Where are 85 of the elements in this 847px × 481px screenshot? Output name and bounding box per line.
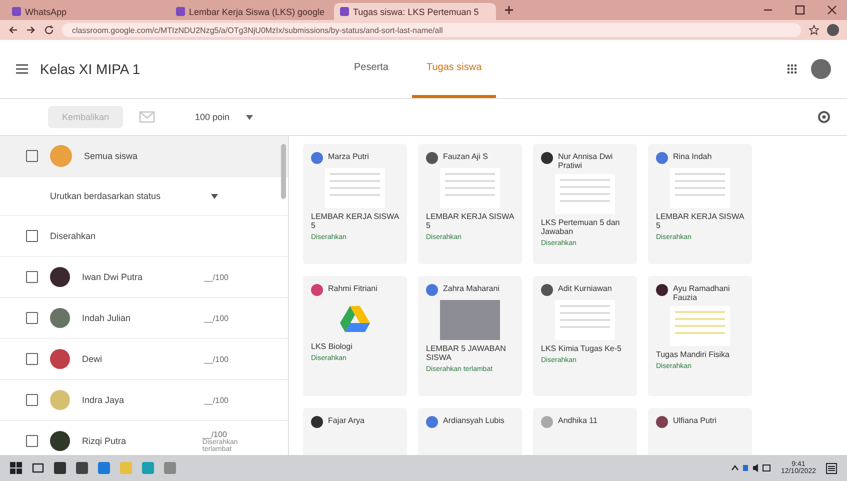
document-thumbnail [555, 174, 615, 214]
address-bar[interactable]: classroom.google.com/c/MTIzNDU2Nzg5/a/OTg3NjU0MzIx/submissions/by-status/and-sort-last-name/all [62, 23, 801, 37]
settings-icon[interactable] [817, 110, 831, 124]
back-arrow-icon[interactable] [8, 25, 18, 35]
system-tray-icon[interactable] [730, 463, 771, 473]
student-name: Ayu Ramadhani Fauzia [673, 284, 731, 302]
checkbox[interactable] [26, 230, 38, 242]
favicon-icon [340, 7, 349, 16]
points-dropdown[interactable]: 100 poin [195, 112, 230, 122]
document-thumbnail [325, 168, 385, 208]
checkbox[interactable] [26, 435, 38, 447]
document-thumbnail [670, 306, 730, 346]
photo-placeholder [440, 300, 500, 340]
student-name[interactable]: Indah Julian [82, 313, 192, 323]
class-title: Kelas XI MIPA 1 [40, 61, 142, 77]
checkbox[interactable] [26, 312, 38, 324]
student-name: Adit Kurniawan [558, 284, 612, 293]
sort-dropdown[interactable]: Urutkan berdasarkan status [50, 191, 161, 201]
forward-arrow-icon[interactable] [26, 25, 36, 35]
user-avatar[interactable] [811, 59, 831, 79]
student-name[interactable]: Dewi [82, 354, 192, 364]
student-name: Ulfiana Putri [673, 416, 717, 425]
file-title: LKS Biologi [311, 342, 354, 351]
student-name: Marza Putri [328, 152, 369, 161]
plus-icon[interactable] [504, 5, 514, 15]
grade-field[interactable]: __/100 [204, 354, 228, 364]
star-icon[interactable] [809, 25, 819, 35]
close-icon[interactable] [827, 5, 837, 15]
group-icon [50, 145, 72, 167]
checkbox[interactable] [26, 150, 38, 162]
file-title: LEMBAR KERJA SISWA 5 [311, 212, 399, 230]
student-name[interactable]: Rizqi Putra [82, 436, 190, 446]
reload-icon[interactable] [44, 25, 54, 35]
submission-card[interactable]: Ulfiana Putri [648, 408, 752, 455]
file-title: Tugas Mandiri Fisika [656, 350, 731, 359]
student-name: Rina Indah [673, 152, 712, 161]
drive-logo-icon [340, 306, 370, 332]
taskbar-app-icon[interactable] [54, 462, 66, 474]
student-name: Fajar Arya [328, 416, 364, 425]
file-title: LKS Kimia Tugas Ke-5 [541, 344, 622, 353]
page-tab[interactable]: Peserta [340, 40, 402, 98]
student-name[interactable]: Indra Jaya [82, 395, 192, 405]
student-name: Andhika 11 [558, 416, 598, 425]
student-name: Zahra Maharani [443, 284, 500, 293]
menu-icon[interactable] [16, 64, 28, 74]
student-name: Nur Annisa Dwi Pratiwi [558, 152, 614, 170]
document-thumbnail [670, 168, 730, 208]
checkbox[interactable] [26, 271, 38, 283]
notification-icon[interactable] [826, 462, 837, 474]
maximize-icon[interactable] [795, 5, 805, 15]
caret-icon[interactable] [211, 194, 218, 198]
student-name: Ardiansyah Lubis [443, 416, 504, 425]
grade-field[interactable]: __/100 [204, 396, 228, 404]
favicon-icon [176, 7, 185, 16]
browser-tab[interactable]: Lembar Kerja Siswa (LKS) google [170, 3, 332, 20]
apps-grid-icon[interactable] [787, 64, 797, 74]
grade-field[interactable]: __/100 [202, 430, 268, 438]
file-title: LEMBAR KERJA SISWA 5 [426, 212, 514, 230]
file-title: LKS Pertemuan 5 dan Jawaban [541, 218, 621, 236]
scrollbar[interactable] [281, 144, 286, 199]
browser-tab[interactable]: Tugas siswa: LKS Pertemuan 5 [334, 3, 496, 20]
favicon-icon [12, 7, 21, 16]
section-label: Diserahkan [50, 231, 96, 241]
student-name: Rahmi Fitriani [328, 284, 378, 293]
checkbox[interactable] [26, 353, 38, 365]
caret-icon[interactable] [246, 114, 253, 120]
windows-start-icon[interactable] [10, 462, 22, 474]
task-view-icon[interactable] [32, 463, 44, 473]
file-title: LEMBAR KERJA SISWA 5 [656, 212, 744, 230]
page-tab[interactable]: Tugas siswa [412, 40, 496, 98]
browser-tab[interactable]: WhatsApp [6, 3, 168, 20]
file-title: LEMBAR 5 JAWABAN SISWA [426, 344, 507, 362]
checkbox[interactable] [26, 394, 38, 406]
submission-card[interactable]: Andhika 11 [533, 408, 637, 455]
grade-field[interactable]: __/100 [204, 272, 228, 282]
student-name[interactable]: Iwan Dwi Putra [82, 272, 192, 282]
taskbar-app-icon[interactable] [76, 462, 88, 474]
submission-card[interactable]: Ardiansyah Lubis [418, 408, 522, 455]
document-thumbnail [440, 168, 500, 208]
submission-card[interactable]: Fajar Arya [303, 408, 407, 455]
document-thumbnail [555, 300, 615, 340]
profile-avatar[interactable] [827, 24, 839, 36]
student-name: Fauzan Aji S [443, 152, 488, 161]
all-students-label[interactable]: Semua siswa [84, 151, 138, 161]
grade-field[interactable]: __/100 [204, 314, 228, 322]
